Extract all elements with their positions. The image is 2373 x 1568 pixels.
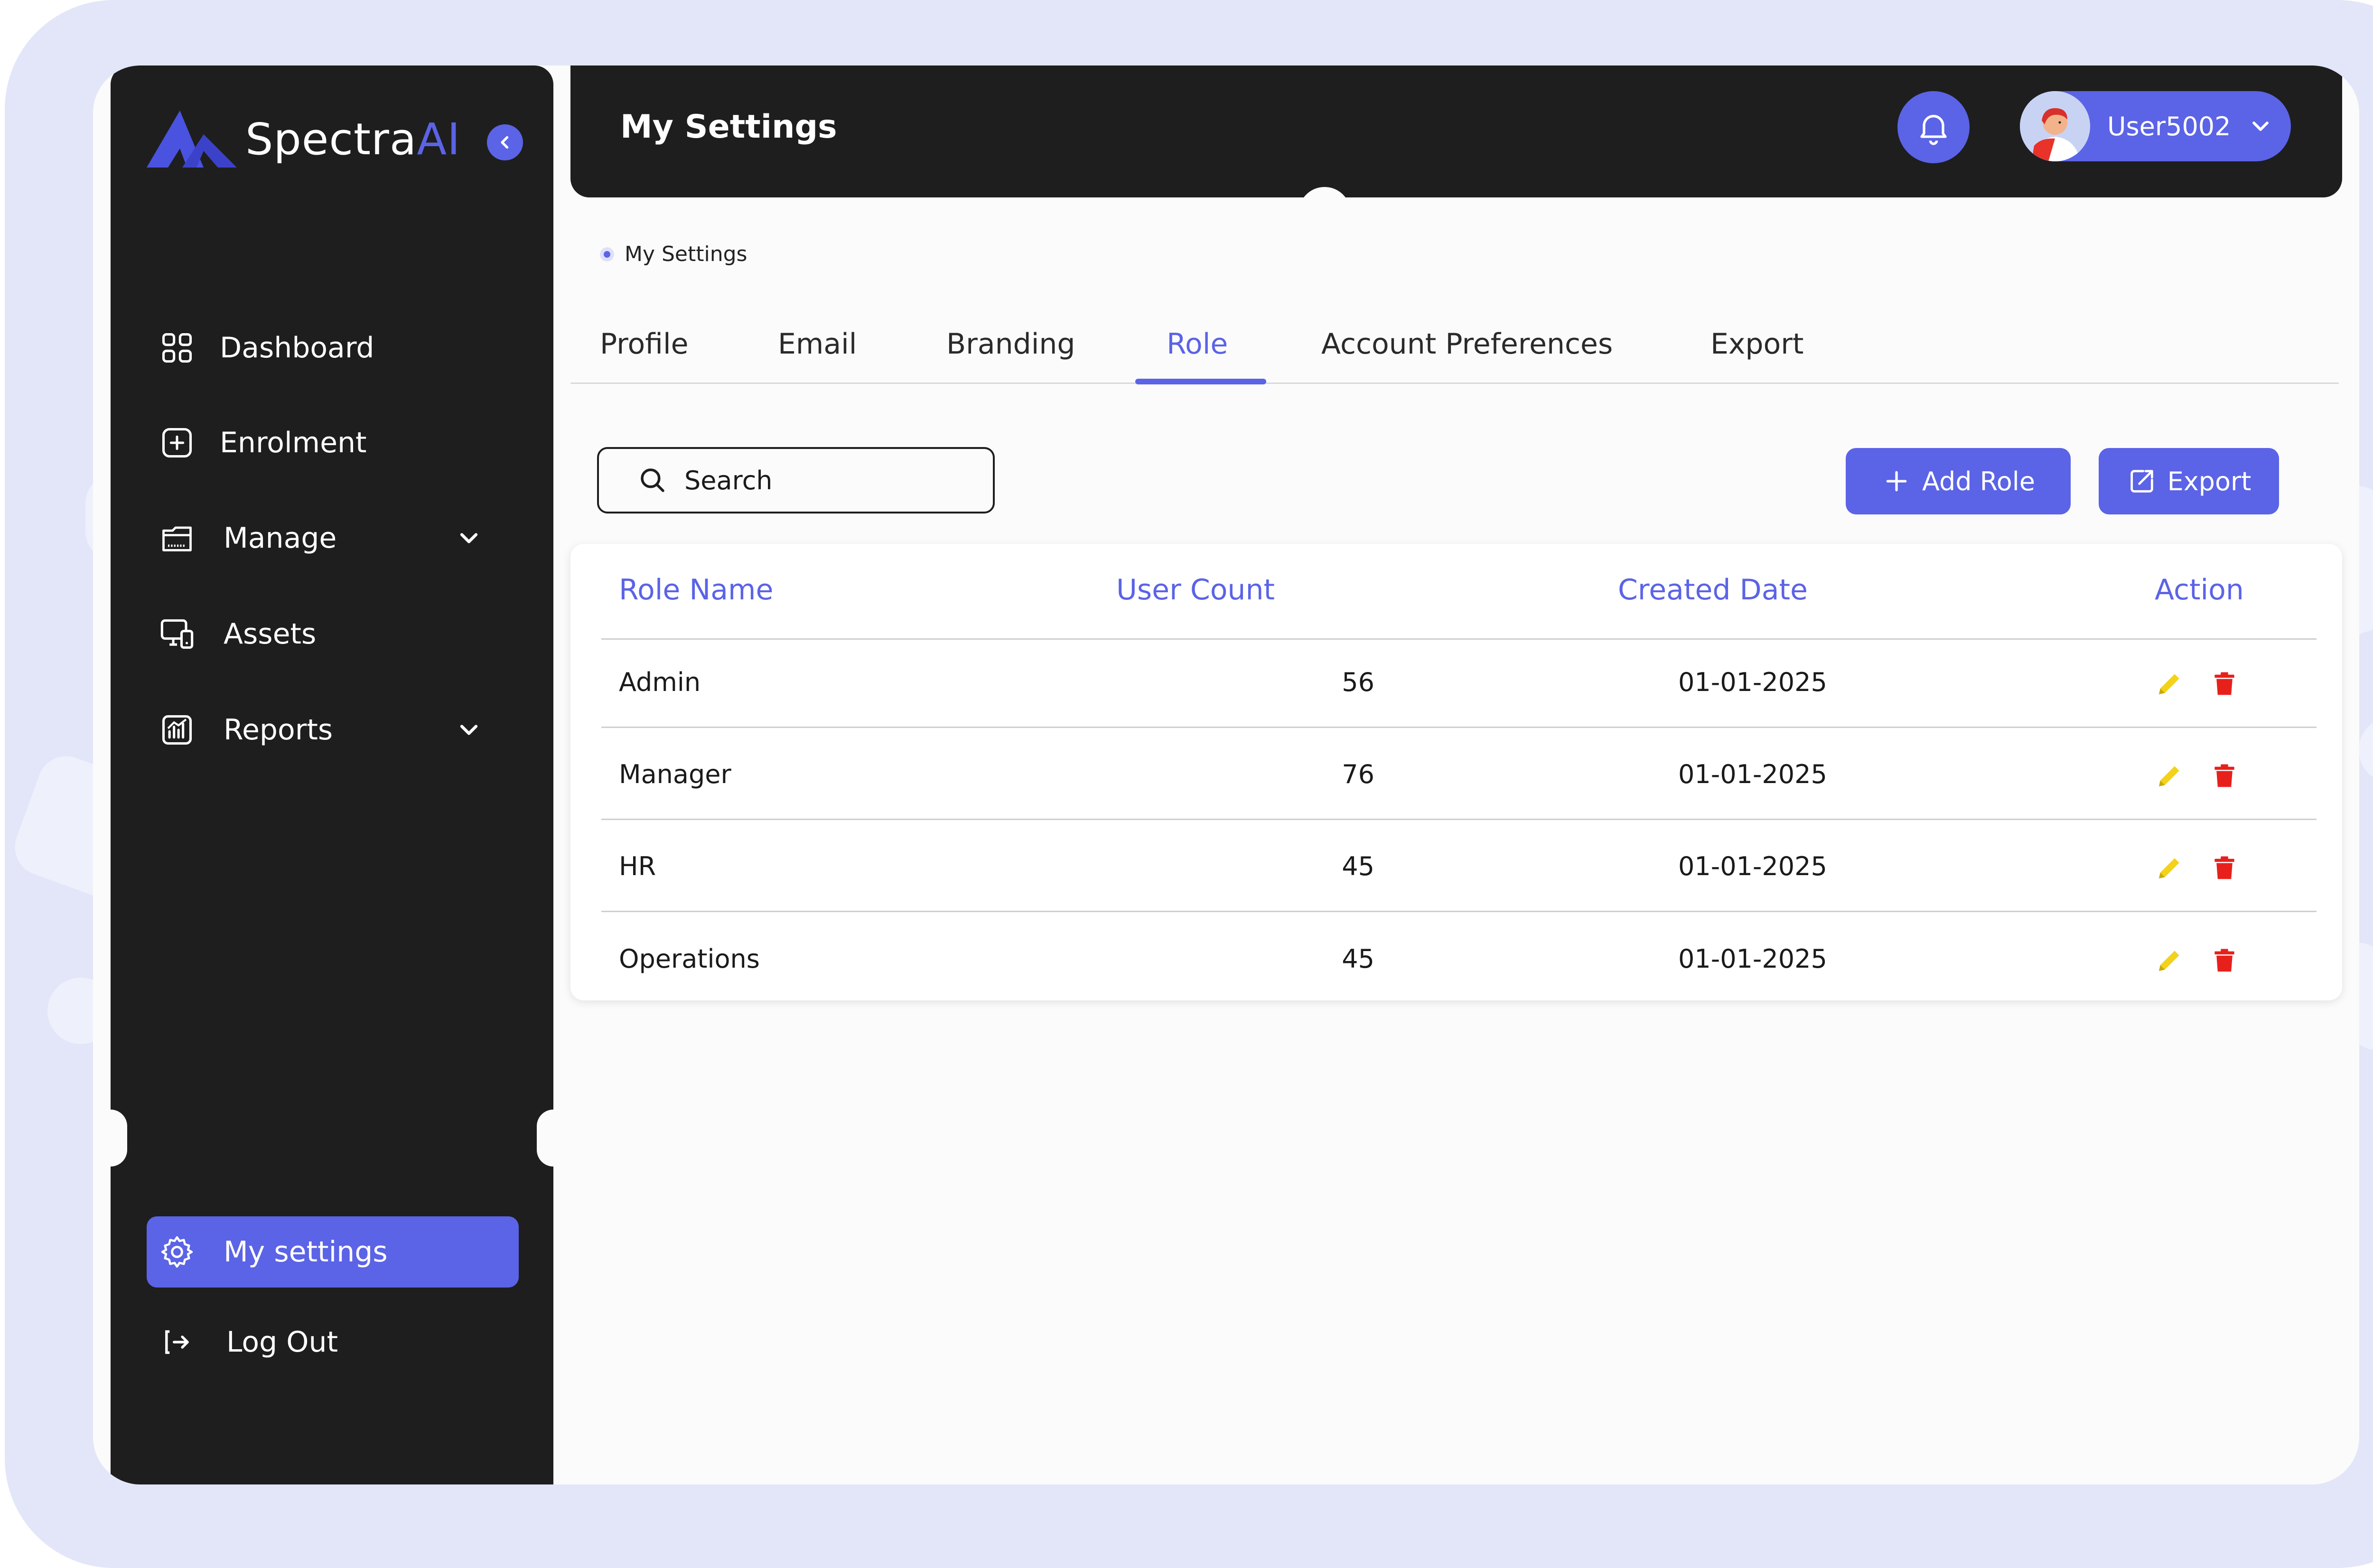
sidebar-item-label: My settings bbox=[224, 1235, 388, 1269]
sidebar-item-label: Manage bbox=[224, 522, 337, 555]
plus-square-icon bbox=[158, 424, 196, 462]
grid-icon bbox=[158, 329, 196, 367]
cell-created-date: 01-01-2025 bbox=[1678, 759, 1827, 789]
cell-created-date: 01-01-2025 bbox=[1678, 667, 1827, 697]
breadcrumb: My Settings bbox=[600, 242, 747, 266]
add-role-label: Add Role bbox=[1922, 466, 2036, 496]
chevron-down-icon bbox=[2252, 121, 2269, 131]
background-shape bbox=[2359, 717, 2373, 783]
cell-created-date: 01-01-2025 bbox=[1678, 944, 1827, 974]
collapse-sidebar-button[interactable] bbox=[487, 124, 523, 160]
cell-created-date: 01-01-2025 bbox=[1678, 851, 1827, 881]
edit-icon[interactable] bbox=[2153, 851, 2186, 885]
notifications-button[interactable] bbox=[1897, 91, 1970, 163]
logout-button[interactable]: Log Out bbox=[158, 1314, 338, 1371]
cell-user-count: 76 bbox=[1342, 759, 1374, 789]
search-box[interactable] bbox=[597, 447, 995, 513]
logo-mark-icon bbox=[147, 111, 237, 168]
sidebar-item-manage[interactable]: Manage bbox=[158, 510, 519, 567]
delete-icon[interactable] bbox=[2208, 851, 2241, 885]
app-screen: SpectraAI Dashboard Enrolment Manage Ass… bbox=[93, 65, 2359, 1484]
column-header-user-count[interactable]: User Count bbox=[1116, 573, 1275, 607]
gear-icon bbox=[158, 1233, 196, 1271]
cell-user-count: 56 bbox=[1342, 667, 1374, 697]
search-input[interactable] bbox=[683, 465, 970, 496]
sidebar-item-reports[interactable]: Reports bbox=[158, 701, 519, 758]
cell-role-name: Admin bbox=[619, 667, 701, 697]
sidebar-item-label: Reports bbox=[224, 713, 333, 747]
top-header: My Settings User5002 bbox=[570, 65, 2342, 197]
bell-icon bbox=[1920, 115, 1947, 145]
user-name: User5002 bbox=[2107, 111, 2231, 141]
sidebar-item-label: Assets bbox=[224, 617, 317, 651]
sidebar-item-my-settings-content[interactable]: My settings bbox=[158, 1223, 388, 1280]
add-role-button[interactable]: Add Role bbox=[1846, 448, 2071, 514]
avatar bbox=[2020, 91, 2090, 161]
sidebar-notch bbox=[537, 1110, 570, 1167]
tab-profile[interactable]: Profile bbox=[600, 327, 689, 361]
row-divider bbox=[601, 911, 2317, 912]
export-button[interactable]: Export bbox=[2099, 448, 2279, 514]
tab-branding[interactable]: Branding bbox=[946, 327, 1075, 361]
roles-table bbox=[570, 544, 2342, 1000]
cell-role-name: Operations bbox=[619, 944, 760, 974]
sidebar-item-label: Dashboard bbox=[220, 331, 374, 364]
sidebar-item-label: Log Out bbox=[226, 1325, 338, 1359]
folder-icon bbox=[158, 519, 196, 557]
brand-name: SpectraAI bbox=[245, 113, 461, 165]
cell-user-count: 45 bbox=[1342, 851, 1374, 881]
export-label: Export bbox=[2167, 466, 2252, 496]
row-divider bbox=[601, 819, 2317, 820]
monitor-device-icon bbox=[158, 615, 196, 653]
chevron-left-icon bbox=[501, 136, 509, 149]
brand-logo[interactable]: SpectraAI bbox=[147, 111, 460, 168]
header-divider bbox=[601, 638, 2317, 640]
cell-role-name: Manager bbox=[619, 759, 731, 789]
tab-export[interactable]: Export bbox=[1710, 327, 1803, 361]
edit-icon[interactable] bbox=[2153, 759, 2186, 793]
sidebar-item-enrolment[interactable]: Enrolment bbox=[158, 414, 367, 471]
column-header-created-date[interactable]: Created Date bbox=[1618, 573, 1808, 607]
row-divider bbox=[601, 727, 2317, 728]
breadcrumb-dot-icon bbox=[600, 247, 614, 261]
sidebar-item-dashboard[interactable]: Dashboard bbox=[158, 319, 374, 376]
column-header-action: Action bbox=[2155, 573, 2244, 607]
tabs-divider bbox=[570, 383, 2339, 384]
external-link-icon bbox=[2130, 470, 2153, 493]
edit-icon[interactable] bbox=[2153, 944, 2186, 977]
delete-icon[interactable] bbox=[2208, 667, 2241, 700]
delete-icon[interactable] bbox=[2208, 759, 2241, 793]
user-menu-button[interactable]: User5002 bbox=[2020, 91, 2291, 161]
breadcrumb-current[interactable]: My Settings bbox=[625, 242, 747, 266]
logout-icon bbox=[158, 1323, 196, 1361]
page-title: My Settings bbox=[620, 108, 837, 146]
chart-icon bbox=[158, 711, 196, 749]
cell-role-name: HR bbox=[619, 851, 656, 881]
chevron-down-icon[interactable] bbox=[455, 524, 483, 554]
chevron-down-icon[interactable] bbox=[455, 716, 483, 746]
sidebar-notch bbox=[94, 1110, 127, 1167]
sidebar-item-assets[interactable]: Assets bbox=[158, 606, 316, 663]
cell-user-count: 45 bbox=[1342, 944, 1374, 974]
tab-account-preferences[interactable]: Account Preferences bbox=[1321, 327, 1613, 361]
edit-icon[interactable] bbox=[2153, 667, 2186, 700]
plus-icon bbox=[1886, 471, 1907, 492]
sidebar: SpectraAI Dashboard Enrolment Manage Ass… bbox=[94, 65, 570, 1484]
column-header-role-name[interactable]: Role Name bbox=[619, 573, 773, 607]
sidebar-item-label: Enrolment bbox=[220, 426, 367, 459]
delete-icon[interactable] bbox=[2208, 944, 2241, 977]
tab-email[interactable]: Email bbox=[778, 327, 857, 361]
tab-role[interactable]: Role bbox=[1167, 327, 1228, 361]
active-tab-indicator bbox=[1135, 379, 1266, 384]
search-icon bbox=[641, 468, 664, 492]
